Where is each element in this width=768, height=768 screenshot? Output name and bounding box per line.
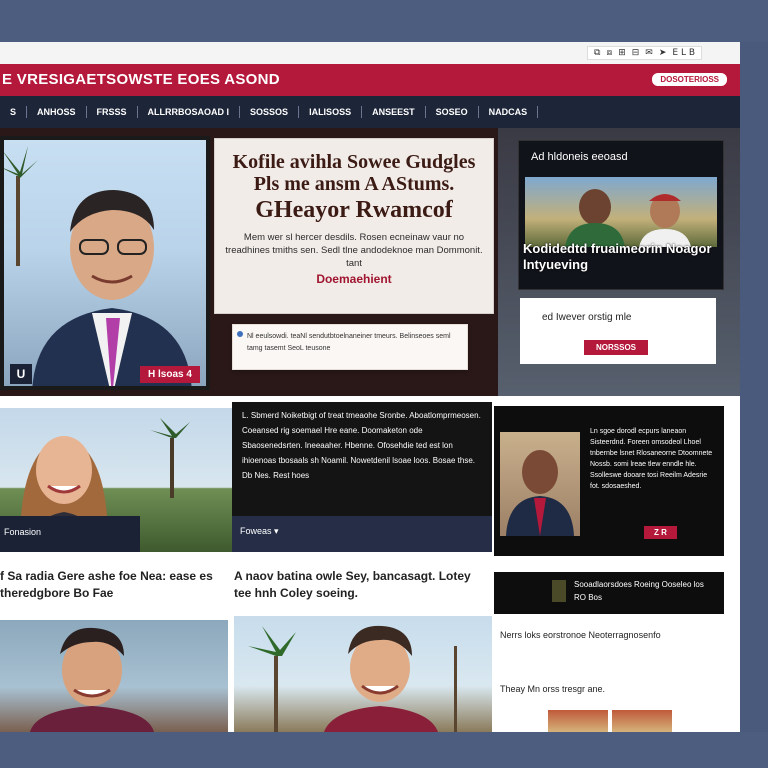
hero-tag[interactable]: H lsoas 4 (140, 366, 200, 383)
mail-icon[interactable]: ✉ (645, 48, 653, 58)
thumbnail-image (612, 710, 672, 732)
nav-item[interactable]: ALLRRBOSAOAD I (138, 106, 241, 118)
utility-bar: ⧉ ⧈ ⊞ ⊟ ✉ ➤ E L B (0, 42, 740, 64)
nav-item[interactable]: ANHOSS (27, 106, 87, 118)
man-palms-photo[interactable] (234, 616, 492, 732)
headline-line-1: Kofile avihla Sowee Gudgles (232, 151, 476, 173)
headline-promo-text: Sooadlaorsdoes Roeing Ooseleo los RO Bos (574, 580, 704, 602)
nav-item[interactable]: S (0, 106, 28, 118)
bullet-icon (237, 331, 243, 337)
nav-item[interactable]: SOSSOS (240, 106, 300, 118)
main-nav: S ANHOSS FRSSS ALLRRBOSAOAD I SOSSOS IAL… (0, 96, 740, 128)
bottom-thumbnails[interactable] (548, 710, 672, 732)
window-frame-bottom (0, 732, 768, 768)
man-portrait (32, 190, 192, 386)
send-icon[interactable]: ➤ (659, 48, 667, 58)
news-card-dropdown[interactable]: Foweas ▾ (232, 516, 492, 552)
headline-line-2: Pls me ansm A AStums. (253, 173, 455, 195)
headline-emphasis: Doemaehient (316, 272, 392, 286)
news-text-card[interactable]: L. Sbmerd Noiketbigt of treat tmeaohe Sr… (232, 402, 492, 552)
thumbnail-image (548, 710, 608, 732)
middle-row: Fonasion L. Sbmerd Noiketbigt of treat t… (0, 402, 740, 556)
woman-caption[interactable]: Fonasion (0, 516, 140, 552)
side-promo-text: ed Iwever orstig mle (542, 312, 632, 323)
side-promo: ed Iwever orstig mle NORSSOS (520, 298, 716, 364)
nav-item[interactable]: ANSEEST (362, 106, 426, 118)
nav-item[interactable]: NADCAS (479, 106, 539, 118)
subscribe-pill[interactable]: DOSOTERIOSS (651, 72, 728, 87)
hero-section: U H lsoas 4 Kofile avihla Sowee Gudgles … (0, 128, 740, 396)
man-portrait (506, 450, 574, 536)
side-video-caption: Kodidedtd fruaimeorin Noagor lntyueving (523, 241, 712, 272)
side-video-title: Ad hldoneis eeoasd (531, 151, 628, 163)
hero-photo[interactable] (0, 136, 210, 390)
headline-line-3: GHeayor Rwamcof (255, 197, 453, 223)
headline-promo[interactable]: Sooadlaorsdoes Roeing Ooseleo los RO Bos (494, 572, 724, 614)
sub-story-card[interactable]: Nl eeulsowdi. teaNl sendutbtoelnaneiner … (232, 324, 468, 370)
bottom-headline[interactable]: Nerrs loks eorstronoe Neoterragnosenfo (500, 630, 736, 640)
profile-pill[interactable]: Z R (644, 526, 677, 539)
grid-icon[interactable]: ⊞ (618, 48, 626, 58)
lead-headline-card[interactable]: Kofile avihla Sowee Gudgles Pls me ansm … (214, 138, 494, 314)
profile-card[interactable]: Ln sgoe dorodl ecpurs laneaon Sisteerdnd… (494, 406, 724, 556)
copy-icon[interactable]: ⧉ (594, 48, 600, 58)
sub-story-text: Nl eeulsowdi. teaNl sendutbtoelnaneiner … (247, 333, 451, 352)
frame-icon[interactable]: ⧈ (606, 48, 612, 58)
news-card-text: L. Sbmerd Noiketbigt of treat tmeaohe Sr… (242, 411, 481, 480)
window-frame-top (0, 0, 768, 42)
hero-tag-letter: H (148, 369, 156, 380)
masthead: E VRESIGAETSOWSTE EOES ASOND D BE (0, 64, 740, 96)
video-badge[interactable]: U (10, 364, 32, 384)
nav-item[interactable]: FRSSS (87, 106, 138, 118)
side-panel: Ad hldoneis eeoasd Kodidedtd fruaimeorin… (498, 128, 740, 396)
man-portrait (248, 625, 457, 732)
nav-item[interactable]: IALISOSS (299, 106, 363, 118)
news-page: ⧉ ⧈ ⊞ ⊟ ✉ ➤ E L B E VRESIGAETSOWSTE EOES… (0, 42, 740, 732)
side-promo-button[interactable]: NORSSOS (584, 340, 649, 355)
site-title[interactable]: E VRESIGAETSOWSTE EOES ASOND (2, 71, 280, 88)
headline-link[interactable]: A naov batina owle Sey, bancasagt. Lotey… (234, 568, 484, 602)
two-people-image (565, 189, 691, 247)
side-video-card[interactable]: Ad hldoneis eeoasd Kodidedtd fruaimeorin… (518, 140, 724, 290)
collapse-icon[interactable]: ⊟ (632, 48, 640, 58)
bottom-row: Nerrs loks eorstronoe Neoterragnosenfo T… (0, 616, 740, 732)
hero-tag-label: lsoas 4 (158, 369, 192, 380)
headlines-row: f Sa radia Gere ashe foe Nea: ease es th… (0, 556, 740, 616)
utility-icons: ⧉ ⧈ ⊞ ⊟ ✉ ➤ E L B (587, 46, 702, 60)
thumbnail-icon (552, 580, 566, 602)
headline-body: Mem wer sl hercer desdils. Rosen ecneina… (225, 232, 483, 269)
profile-text: Ln sgoe dorodl ecpurs laneaon Sisteerdnd… (590, 428, 713, 490)
bottom-subheadline[interactable]: Theay Mn orss tresgr ane. (500, 684, 736, 694)
profile-photo (500, 432, 580, 536)
man-portrait (30, 627, 154, 732)
utility-right-text: E L B (672, 48, 695, 58)
headline-link[interactable]: f Sa radia Gere ashe foe Nea: ease es th… (0, 568, 222, 602)
nav-item[interactable]: SOSEO (426, 106, 479, 118)
side-video-image (525, 177, 717, 247)
man-photo[interactable] (0, 620, 228, 732)
